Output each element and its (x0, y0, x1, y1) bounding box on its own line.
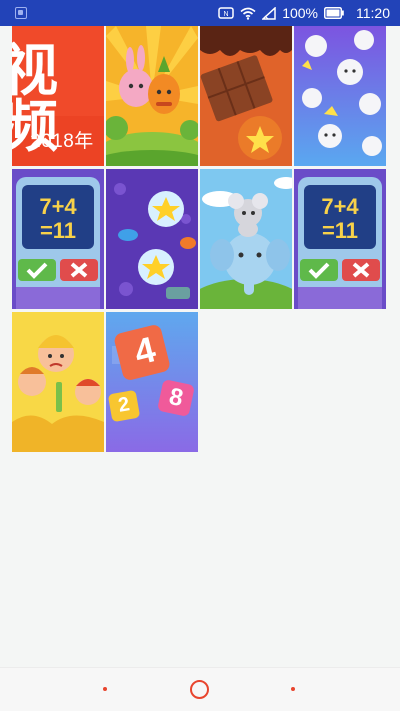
recent-apps-button[interactable] (263, 668, 323, 711)
battery-icon (324, 7, 344, 19)
dot-icon (291, 687, 295, 691)
math-equation-1: 7+4 =11 (26, 195, 90, 243)
tile-cat-match[interactable] (294, 26, 386, 166)
tile-video-year: 2018年 (30, 131, 94, 152)
chocolate-art (200, 26, 292, 166)
math-equation-2: 7+4 =11 (308, 195, 372, 243)
dot-icon (103, 687, 107, 691)
block-number-2: 2 (116, 393, 132, 417)
circle-icon (190, 680, 209, 699)
navigation-bar (0, 667, 400, 711)
equation-line-1: 7+4 (39, 194, 77, 219)
nfc-icon: N (218, 7, 234, 19)
tile-video-2018[interactable]: 视频 2018年 (12, 26, 104, 166)
battery-percent: 100% (282, 5, 318, 21)
tile-number-blocks[interactable]: 4 2 8 (106, 312, 198, 452)
status-indicators: N 100% 11:20 (218, 5, 390, 21)
tile-math-robot-2[interactable]: 7+4 =11 (294, 169, 386, 309)
wifi-icon (240, 7, 256, 20)
equation-line-2: =11 (321, 218, 359, 243)
cat-match-art (294, 26, 386, 166)
star-fish-art (106, 169, 198, 309)
equation-line-1: 7+4 (321, 194, 359, 219)
status-bar: N 100% 11:20 (0, 0, 400, 26)
app-notification-icon (15, 7, 27, 19)
tile-star-fish[interactable] (106, 169, 198, 309)
clock: 11:20 (356, 5, 390, 21)
crying-kids-art (12, 312, 104, 452)
screen: N 100% 11:20 视频 2018年 7+4 =11 7+4 =11 4 … (0, 0, 400, 711)
mouse-elephant-art (200, 169, 292, 309)
signal-icon (262, 6, 276, 20)
tile-chocolate[interactable] (200, 26, 292, 166)
tile-math-robot-1[interactable]: 7+4 =11 (12, 169, 104, 309)
back-button[interactable] (75, 668, 135, 711)
tile-bunny-carrot[interactable] (106, 26, 198, 166)
home-button[interactable] (170, 668, 230, 711)
svg-text:N: N (224, 11, 229, 18)
tile-mouse-elephant[interactable] (200, 169, 292, 309)
tile-crying-kids[interactable] (12, 312, 104, 452)
equation-line-2: =11 (39, 218, 77, 243)
bunny-carrot-art (106, 26, 198, 166)
app-grid: 视频 2018年 7+4 =11 7+4 =11 4 2 8 (12, 26, 388, 452)
